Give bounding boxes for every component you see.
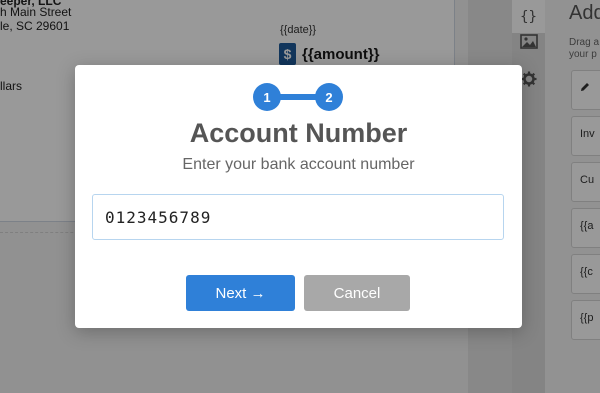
step-connector (278, 94, 318, 100)
cancel-button[interactable]: Cancel (304, 275, 410, 311)
step-indicator: 1 2 (75, 83, 522, 111)
step-1: 1 (253, 83, 281, 111)
account-number-dialog: 1 2 Account Number Enter your bank accou… (75, 65, 522, 328)
account-number-input[interactable] (92, 194, 504, 240)
dialog-subtitle: Enter your bank account number (182, 156, 415, 173)
step-2: 2 (315, 83, 343, 111)
dialog-title: Account Number (189, 118, 408, 148)
next-button[interactable]: Next → (186, 275, 295, 311)
